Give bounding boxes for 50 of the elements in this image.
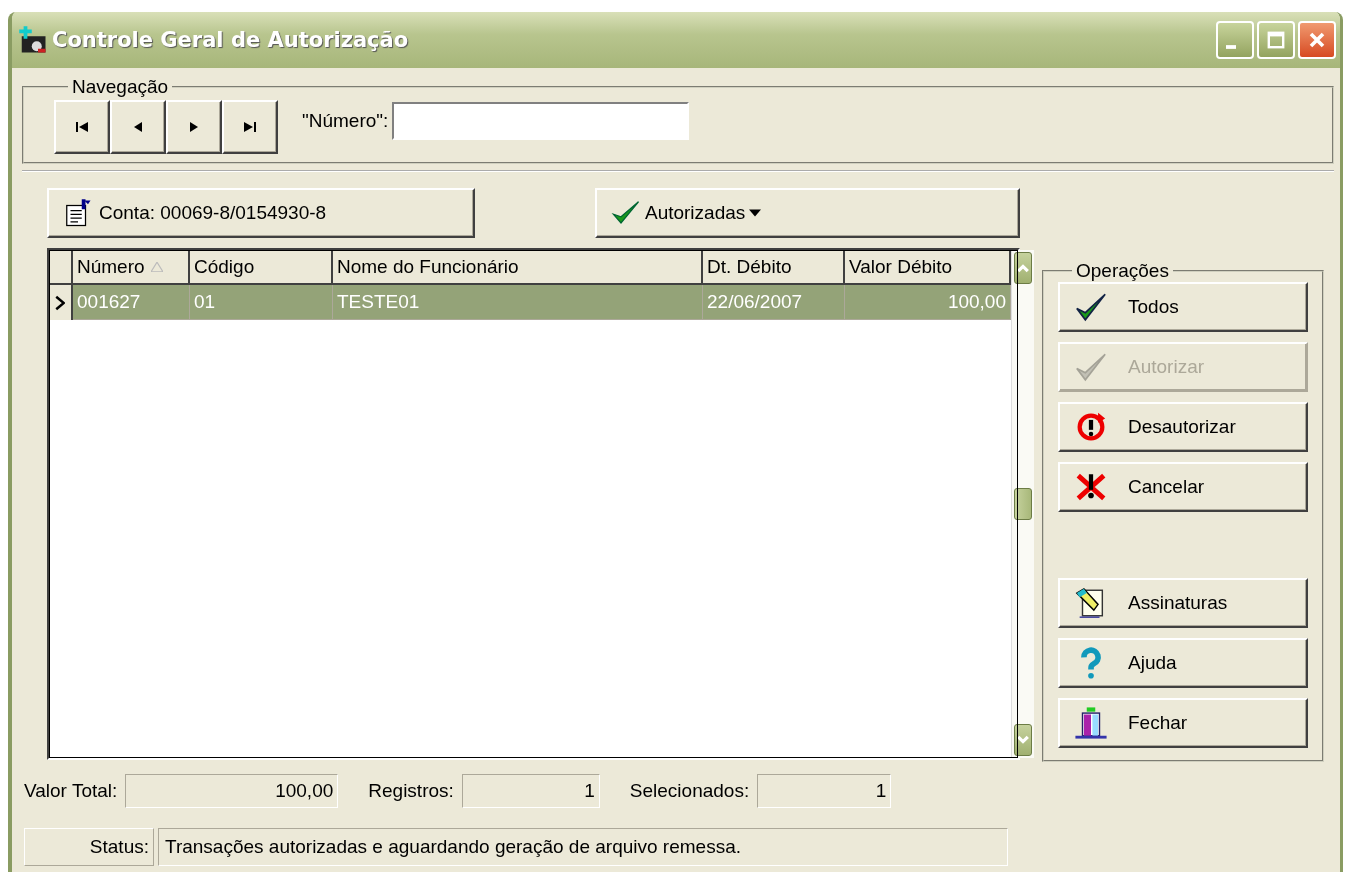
total-value: 1 [461,774,600,808]
window-title: Controle Geral de Autorização [52,28,410,52]
column-header[interactable]: Nome do Funcionário [333,250,703,285]
table-cell: 001627 [73,285,190,320]
total-label: Selecionados: [629,780,750,802]
operation-button[interactable]: Ajuda [1058,638,1308,688]
status-message: Transações autorizadas e aguardando geração de arquivo remessa. [158,828,1008,866]
first-record-button[interactable] [54,100,110,154]
column-header[interactable]: Número [73,250,190,285]
scroll-up-button[interactable] [1014,252,1032,284]
minimize-icon [1226,45,1236,49]
status-label: Status: [24,828,154,866]
door-icon [1074,706,1108,740]
skip-to-end-icon [242,119,258,135]
field-label: "Número": [302,110,389,132]
total-label: Registros: [368,780,454,802]
operation-button[interactable]: Cancelar [1058,462,1308,512]
maximize-button[interactable] [1257,21,1295,59]
column-header[interactable]: Valor Débito [845,250,1011,285]
sort-ascending-icon [150,261,163,272]
scroll-down-button[interactable] [1014,724,1032,756]
app-icon [18,25,48,55]
group-title: Navegação [71,76,170,98]
caret-icon [749,209,762,217]
last-record-button[interactable] [222,100,278,154]
group-title: Operações [1075,260,1170,282]
operation-button[interactable]: Desautorizar [1058,402,1308,452]
table-cell: 22/06/2007 [703,285,845,320]
total-value: 1 [757,774,892,808]
total-value: 100,00 [125,774,339,808]
column-header[interactable]: Código [190,250,333,285]
next-record-button[interactable] [166,100,222,154]
skip-to-start-icon [74,119,90,135]
column-header[interactable]: Dt. Débito [703,250,845,285]
operation-button[interactable]: Assinaturas [1058,578,1308,628]
number-field[interactable] [392,102,690,140]
table-cell: TESTE01 [333,285,703,320]
vertical-scrollbar[interactable] [1011,250,1034,758]
current-row-icon [55,294,65,311]
scroll-thumb[interactable] [1014,488,1032,520]
operation-button[interactable]: Fechar [1058,698,1308,748]
table-cell: 01 [190,285,333,320]
total-label: Valor Total: [24,780,118,802]
account-button[interactable]: Conta: 00069-8/0154930-8 [47,188,475,238]
close-button[interactable] [1298,21,1336,59]
minimize-button[interactable] [1216,21,1254,59]
filter-dropdown-button[interactable]: Autorizadas [594,188,1020,238]
operation-button[interactable]: Todos [1058,282,1308,332]
previous-record-button[interactable] [110,100,166,154]
document-properties-icon [63,198,93,228]
